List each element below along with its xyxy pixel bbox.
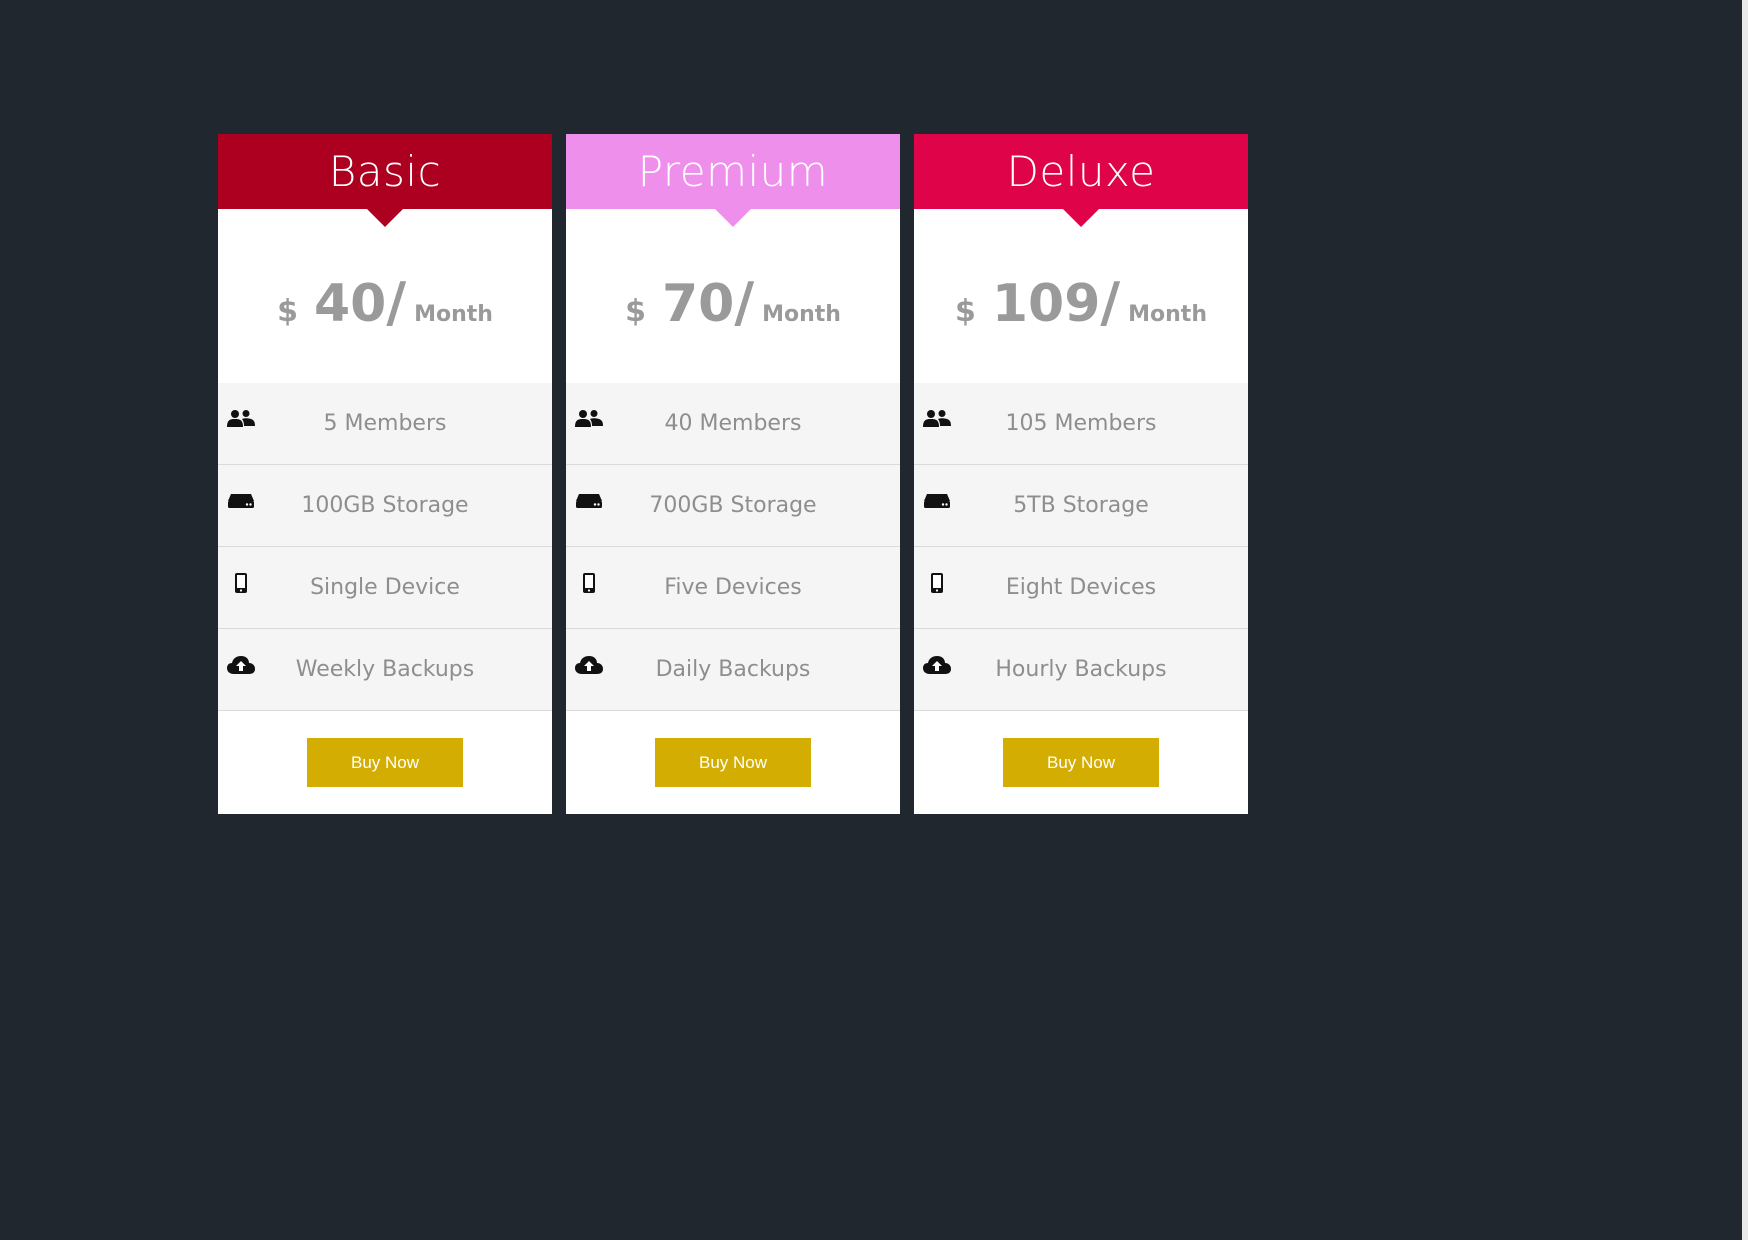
mobile-phone-icon <box>226 570 256 596</box>
buy-now-button-deluxe[interactable]: Buy Now <box>1003 738 1159 787</box>
hard-drive-icon <box>574 488 604 514</box>
price-slash: / <box>734 270 755 334</box>
price-slash: / <box>1100 270 1121 334</box>
buy-now-button-premium[interactable]: Buy Now <box>655 738 811 787</box>
users-icon <box>574 406 604 432</box>
plan-name: Deluxe <box>1006 147 1156 196</box>
feature-row-backups: Daily Backups <box>566 629 900 711</box>
users-icon <box>922 406 952 432</box>
feature-row-members: 5 Members <box>218 383 552 465</box>
price-amount: 40 <box>313 273 387 334</box>
feature-label: 5TB Storage <box>1013 493 1149 518</box>
feature-label: Single Device <box>310 575 460 600</box>
header-arrow-icon <box>715 209 751 227</box>
header-arrow-icon <box>367 209 403 227</box>
feature-row-devices: Single Device <box>218 547 552 629</box>
price-currency: $ <box>954 293 976 329</box>
feature-list: 40 Members 700GB Storage Five Devices Da… <box>566 383 900 711</box>
plan-name: Premium <box>637 147 829 196</box>
mobile-phone-icon <box>574 570 604 596</box>
hard-drive-icon <box>226 488 256 514</box>
feature-label: Eight Devices <box>1005 575 1157 600</box>
price-block: $ 70 / Month <box>566 209 900 383</box>
feature-list: 105 Members 5TB Storage Eight Devices Ho… <box>914 383 1248 711</box>
feature-label: Daily Backups <box>655 657 811 682</box>
feature-row-storage: 100GB Storage <box>218 465 552 547</box>
feature-label: 700GB Storage <box>649 493 817 518</box>
price-period: Month <box>414 301 493 327</box>
cloud-upload-icon <box>922 652 952 678</box>
buy-now-button-basic[interactable]: Buy Now <box>307 738 463 787</box>
scrollbar-track[interactable] <box>1742 0 1748 1240</box>
cloud-upload-icon <box>226 652 256 678</box>
feature-row-storage: 5TB Storage <box>914 465 1248 547</box>
price-currency: $ <box>625 293 646 329</box>
users-icon <box>226 406 256 432</box>
price-amount: 70 <box>661 273 735 334</box>
pricing-card-premium: Premium $ 70 / Month 40 Members 700GB St… <box>566 134 900 814</box>
plan-name: Basic <box>328 147 442 196</box>
card-footer: Buy Now <box>566 711 900 814</box>
card-footer: Buy Now <box>914 711 1248 814</box>
feature-list: 5 Members 100GB Storage Single Device We… <box>218 383 552 711</box>
feature-label: 5 Members <box>323 411 447 436</box>
price-block: $ 40 / Month <box>218 209 552 383</box>
card-header-basic: Basic <box>218 134 552 227</box>
feature-label: 40 Members <box>664 411 802 436</box>
price-period: Month <box>1128 301 1207 327</box>
hard-drive-icon <box>922 488 952 514</box>
price-period: Month <box>762 301 841 327</box>
cloud-upload-icon <box>574 652 604 678</box>
mobile-phone-icon <box>922 570 952 596</box>
card-header-deluxe: Deluxe <box>914 134 1248 227</box>
feature-label: Five Devices <box>664 575 802 600</box>
header-arrow-icon <box>1063 209 1099 227</box>
price-slash: / <box>386 270 407 334</box>
feature-label: 100GB Storage <box>301 493 469 518</box>
feature-row-devices: Eight Devices <box>914 547 1248 629</box>
price-amount: 109 <box>991 273 1101 334</box>
card-header-premium: Premium <box>566 134 900 227</box>
feature-row-members: 40 Members <box>566 383 900 465</box>
feature-row-devices: Five Devices <box>566 547 900 629</box>
card-footer: Buy Now <box>218 711 552 814</box>
pricing-table: Basic $ 40 / Month 5 Members 100GB Stora… <box>218 134 1248 814</box>
feature-label: Weekly Backups <box>295 657 475 682</box>
feature-row-backups: Hourly Backups <box>914 629 1248 711</box>
feature-row-storage: 700GB Storage <box>566 465 900 547</box>
pricing-card-deluxe: Deluxe $ 109 / Month 105 Members 5TB Sto… <box>914 134 1248 814</box>
feature-row-backups: Weekly Backups <box>218 629 552 711</box>
price-currency: $ <box>277 293 298 329</box>
feature-row-members: 105 Members <box>914 383 1248 465</box>
feature-label: 105 Members <box>1005 411 1157 436</box>
feature-label: Hourly Backups <box>995 657 1167 682</box>
price-block: $ 109 / Month <box>914 209 1248 383</box>
pricing-card-basic: Basic $ 40 / Month 5 Members 100GB Stora… <box>218 134 552 814</box>
